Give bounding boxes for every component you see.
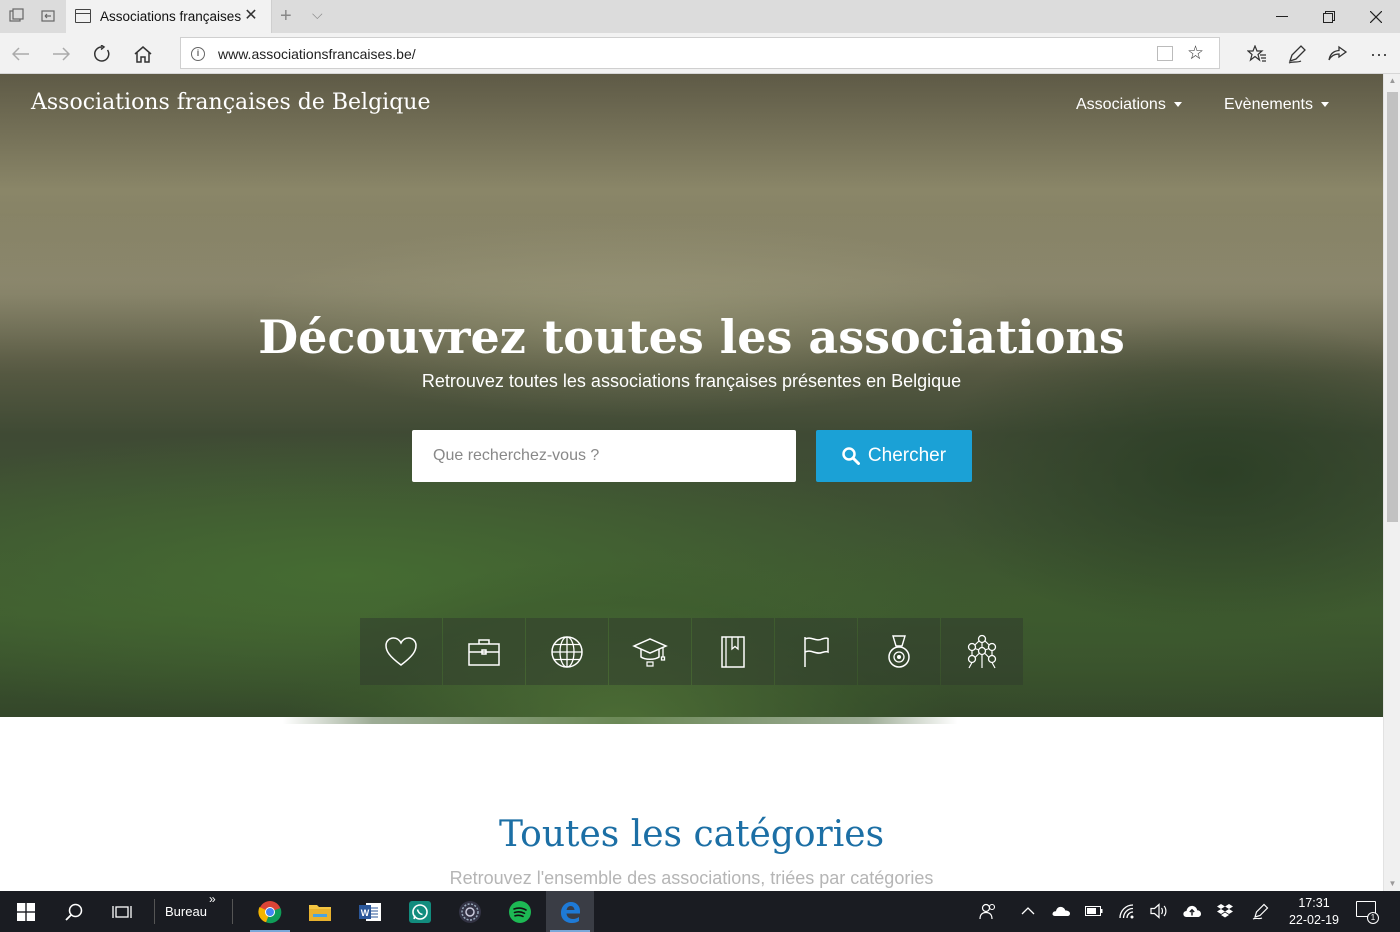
heart-icon	[385, 636, 417, 666]
taskbar-separator	[154, 899, 155, 924]
double-chevron-icon[interactable]: »	[209, 892, 216, 906]
clock-time: 17:31	[1298, 896, 1330, 910]
category-tile-globe[interactable]	[526, 618, 608, 685]
cloud-upload-icon[interactable]	[1182, 901, 1202, 921]
nav-associations-label: Associations	[1076, 96, 1166, 113]
page-viewport: Associations françaises de Belgique Asso…	[0, 74, 1383, 891]
category-tile-briefcase[interactable]	[443, 618, 525, 685]
close-tab-icon[interactable]: ✕	[242, 7, 260, 25]
nav-evenements-label: Evènements	[1224, 96, 1313, 113]
edge-icon[interactable]	[546, 891, 594, 932]
vertical-scrollbar[interactable]: ▲ ▼	[1383, 74, 1400, 891]
favorites-icon[interactable]	[1245, 42, 1269, 66]
notification-count-badge: 1	[1367, 912, 1379, 924]
scroll-down-icon[interactable]: ▼	[1384, 877, 1400, 891]
chrome-icon[interactable]	[246, 891, 294, 932]
caret-down-icon	[1320, 102, 1329, 108]
battery-icon[interactable]	[1084, 901, 1104, 921]
atomium-icon	[967, 634, 997, 668]
file-explorer-icon[interactable]	[296, 891, 344, 932]
nav-evenements[interactable]: Evènements	[1224, 96, 1329, 114]
taskbar: Bureau » W 17:31 22-02-19 1	[0, 891, 1400, 932]
restore-icon[interactable]	[1306, 0, 1352, 33]
tab-bar: Associations françaises ✕ + ⌵	[0, 0, 1400, 33]
more-icon[interactable]: ···	[1367, 42, 1391, 66]
url-field[interactable]: i www.associationsfrancaises.be/ ☆	[180, 37, 1220, 69]
site-title[interactable]: Associations françaises de Belgique	[31, 90, 430, 115]
search-input[interactable]	[412, 430, 796, 482]
svg-text:W: W	[361, 908, 370, 918]
home-icon[interactable]	[130, 41, 156, 67]
address-bar: i www.associationsfrancaises.be/ ☆ ···	[0, 33, 1400, 74]
taskbar-separator	[232, 899, 233, 924]
nav-associations[interactable]: Associations	[1076, 96, 1182, 114]
bureau-toolbar-label[interactable]: Bureau	[165, 904, 207, 919]
url-text: www.associationsfrancaises.be/	[218, 46, 416, 62]
reading-view-icon[interactable]	[1157, 46, 1173, 61]
flag-icon	[804, 636, 829, 667]
task-view-icon[interactable]	[98, 891, 146, 932]
category-tile-atomium[interactable]	[941, 618, 1023, 685]
search-icon	[842, 447, 860, 465]
caret-down-icon	[1173, 102, 1182, 108]
medal-icon	[888, 634, 910, 668]
categories-section-subtitle: Retrouvez l'ensemble des associations, t…	[449, 868, 934, 888]
book-icon	[721, 635, 745, 668]
share-icon[interactable]	[1326, 42, 1350, 66]
word-icon[interactable]: W	[346, 891, 394, 932]
back-icon[interactable]	[8, 41, 34, 67]
tab-title: Associations françaises	[100, 9, 242, 24]
refresh-icon[interactable]	[89, 41, 115, 67]
onedrive-icon[interactable]	[1051, 901, 1071, 921]
clock[interactable]: 17:31 22-02-19	[1284, 895, 1344, 929]
tabs-aside-icon[interactable]	[5, 6, 27, 26]
people-icon[interactable]	[978, 901, 998, 921]
info-icon[interactable]: i	[191, 47, 205, 61]
chevron-down-icon[interactable]: ⌵	[312, 6, 323, 23]
scrollbar-thumb[interactable]	[1387, 92, 1398, 522]
clock-date: 22-02-19	[1288, 913, 1340, 927]
graduation-cap-icon	[632, 637, 668, 667]
category-tile-medal[interactable]	[858, 618, 940, 685]
search-button[interactable]: Chercher	[816, 430, 972, 482]
categories-section-title: Toutes les catégories	[498, 814, 885, 855]
spotify-icon[interactable]	[496, 891, 544, 932]
category-tile-education[interactable]	[609, 618, 691, 685]
app-dial-icon[interactable]	[446, 891, 494, 932]
whatsapp-icon[interactable]	[396, 891, 444, 932]
dropbox-icon[interactable]	[1215, 901, 1235, 921]
set-tabs-aside-icon[interactable]	[37, 6, 59, 26]
volume-icon[interactable]	[1149, 901, 1169, 921]
windows-start-icon[interactable]	[2, 891, 50, 932]
minimize-icon[interactable]	[1259, 0, 1305, 33]
globe-icon	[551, 635, 583, 668]
hero-heading: Découvrez toutes les associations	[258, 310, 1125, 364]
page-icon	[75, 9, 91, 23]
scroll-up-icon[interactable]: ▲	[1384, 74, 1400, 88]
category-strip	[360, 618, 1023, 685]
forward-icon[interactable]	[48, 41, 74, 67]
hero-subheading: Retrouvez toutes les associations frança…	[421, 371, 962, 391]
windows-ink-icon[interactable]	[1251, 901, 1271, 921]
pen-icon[interactable]	[1285, 42, 1309, 66]
category-tile-book[interactable]	[692, 618, 774, 685]
chevron-up-icon[interactable]	[1018, 901, 1038, 921]
category-tile-heart[interactable]	[360, 618, 442, 685]
search-button-label: Chercher	[867, 445, 947, 466]
new-tab-icon[interactable]: +	[280, 6, 292, 26]
category-tile-flag[interactable]	[775, 618, 857, 685]
briefcase-icon	[468, 638, 500, 666]
hero-banner: Associations françaises de Belgique Asso…	[0, 74, 1383, 724]
tab-active[interactable]: Associations françaises ✕	[66, 0, 272, 33]
favorite-star-icon[interactable]: ☆	[1187, 42, 1204, 65]
close-window-icon[interactable]	[1353, 0, 1399, 33]
wifi-icon[interactable]	[1117, 901, 1137, 921]
search-icon[interactable]	[50, 891, 98, 932]
